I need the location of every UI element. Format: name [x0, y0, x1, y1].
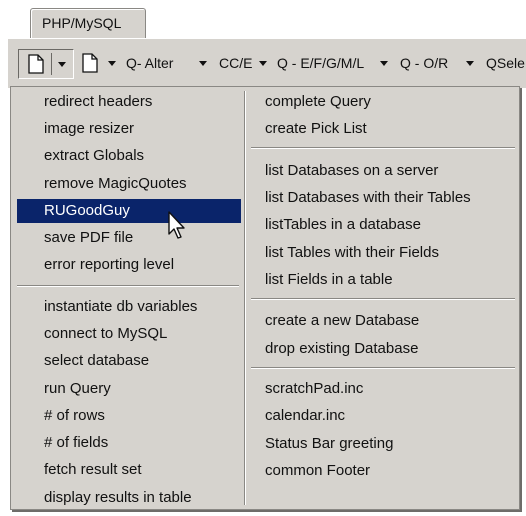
menu-item-num-fields[interactable]: # of fields — [17, 431, 241, 455]
menu-item-list-databases-on-server[interactable]: list Databases on a server — [251, 159, 517, 183]
menu-item-scratchpad-inc[interactable]: scratchPad.inc — [251, 377, 517, 401]
menu-separator — [251, 298, 515, 300]
menu-item-complete-query[interactable]: complete Query — [251, 90, 517, 114]
new-page-icon — [28, 54, 44, 74]
menu-item-connect-to-mysql[interactable]: connect to MySQL — [17, 322, 241, 346]
menu-item-remove-magicquotes[interactable]: remove MagicQuotes — [17, 172, 241, 196]
menu-item-list-fields-in-table[interactable]: list Fields in a table — [251, 268, 517, 292]
dropdown-arrow-icon[interactable] — [58, 62, 66, 67]
menu-separator — [17, 285, 239, 287]
menu-item-save-pdf-file[interactable]: save PDF file — [17, 226, 241, 250]
toolbar-item-qselect[interactable]: QSele — [486, 50, 525, 76]
menu-item-create-pick-list[interactable]: create Pick List — [251, 117, 517, 141]
dropdown-arrow-icon[interactable] — [108, 61, 116, 66]
menu-item-rugoodguy[interactable]: RUGoodGuy — [17, 199, 241, 223]
menu-item-display-results-in-table[interactable]: display results in table — [17, 486, 241, 510]
toolbar-item-q-efgml[interactable]: Q - E/F/G/M/L — [277, 50, 364, 76]
menu-item-fetch-result-set[interactable]: fetch result set — [17, 458, 241, 482]
toolbar: Q- Alter CC/E Q - E/F/G/M/L Q - O/R QSel… — [8, 38, 526, 88]
menu-separator — [251, 147, 515, 149]
menu-item-extract-globals[interactable]: extract Globals — [17, 144, 241, 168]
menu-item-calendar-inc[interactable]: calendar.inc — [251, 404, 517, 428]
new-page-icon-2[interactable] — [80, 53, 100, 73]
menu-item-list-tables-in-database[interactable]: listTables in a database — [251, 213, 517, 237]
vertical-divider — [51, 53, 52, 75]
menu-separator — [251, 367, 515, 369]
menu-item-redirect-headers[interactable]: redirect headers — [17, 90, 241, 114]
menu-item-common-footer[interactable]: common Footer — [251, 459, 517, 483]
menu-item-error-reporting-level[interactable]: error reporting level — [17, 253, 241, 277]
dropdown-arrow-icon[interactable] — [380, 61, 388, 66]
menu-item-drop-existing-database[interactable]: drop existing Database — [251, 337, 517, 361]
menu-column-divider — [244, 91, 246, 505]
snippets-dropdown-menu: redirect headers image resizer extract G… — [10, 86, 520, 510]
new-snippet-button[interactable] — [18, 49, 74, 79]
mouse-pointer-icon — [168, 211, 185, 239]
tab-php-mysql[interactable]: PHP/MySQL — [30, 8, 146, 38]
dropdown-arrow-icon[interactable] — [466, 61, 474, 66]
menu-item-num-rows[interactable]: # of rows — [17, 404, 241, 428]
menu-item-list-databases-with-tables[interactable]: list Databases with their Tables — [251, 186, 517, 210]
menu-item-select-database[interactable]: select database — [17, 349, 241, 373]
toolbar-item-cc-e[interactable]: CC/E — [219, 50, 252, 76]
dropdown-arrow-icon[interactable] — [199, 61, 207, 66]
menu-item-create-new-database[interactable]: create a new Database — [251, 309, 517, 333]
menu-item-instantiate-db-variables[interactable]: instantiate db variables — [17, 295, 241, 319]
menu-item-status-bar-greeting[interactable]: Status Bar greeting — [251, 432, 517, 456]
menu-item-image-resizer[interactable]: image resizer — [17, 117, 241, 141]
toolbar-item-q-alter[interactable]: Q- Alter — [126, 50, 173, 76]
menu-item-list-tables-with-fields[interactable]: list Tables with their Fields — [251, 241, 517, 265]
menu-item-run-query[interactable]: run Query — [17, 377, 241, 401]
toolbar-item-q-or[interactable]: Q - O/R — [400, 50, 448, 76]
dropdown-arrow-icon[interactable] — [259, 61, 267, 66]
